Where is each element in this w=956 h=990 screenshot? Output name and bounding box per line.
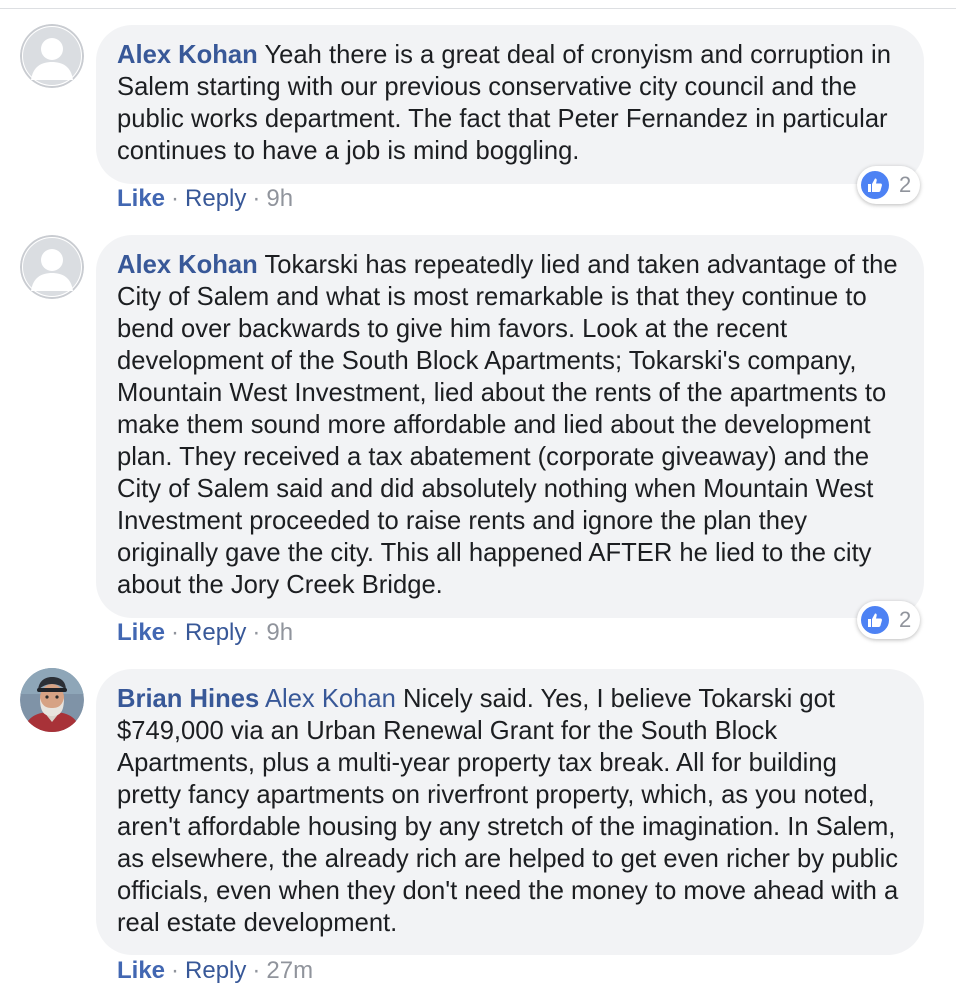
comment-author[interactable]: Alex Kohan <box>117 41 258 69</box>
separator: · <box>171 185 180 212</box>
timestamp[interactable]: 27m <box>266 957 313 984</box>
separator: · <box>171 619 180 646</box>
comment-bubble: Alex Kohan Yeah there is a great deal of… <box>96 25 924 184</box>
like-reaction-icon <box>859 604 891 636</box>
reaction-count-badge[interactable]: 2 <box>857 601 921 639</box>
comment-text: Tokarski has repeatedly lied and taken a… <box>117 251 898 599</box>
comment-bubble: Alex Kohan Tokarski has repeatedly lied … <box>96 235 924 618</box>
reply-link[interactable]: Reply <box>185 185 246 212</box>
reply-link[interactable]: Reply <box>185 619 246 646</box>
reply-link[interactable]: Reply <box>185 957 246 984</box>
comment-bubble: Brian Hines Alex Kohan Nicely said. Yes,… <box>96 669 924 955</box>
comment-author[interactable]: Alex Kohan <box>117 251 258 279</box>
like-link[interactable]: Like <box>117 619 165 646</box>
comment-author[interactable]: Brian Hines <box>117 685 259 713</box>
separator: · <box>252 185 261 212</box>
timestamp[interactable]: 9h <box>266 619 293 646</box>
mention-link[interactable]: Alex Kohan <box>265 685 396 713</box>
comment-actions: Like · Reply · 9h <box>117 184 293 214</box>
separator: · <box>252 957 261 984</box>
separator: · <box>252 619 261 646</box>
avatar[interactable] <box>20 668 84 732</box>
like-link[interactable]: Like <box>117 957 165 984</box>
comment-text: Nicely said. Yes, I believe Tokarski got… <box>117 685 899 937</box>
profile-photo <box>20 668 84 732</box>
avatar[interactable] <box>20 24 84 88</box>
reaction-count: 2 <box>899 607 912 632</box>
reaction-count: 2 <box>899 172 912 197</box>
like-link[interactable]: Like <box>117 185 165 212</box>
comment-actions: Like · Reply · 9h <box>117 618 293 648</box>
separator: · <box>171 957 180 984</box>
like-reaction-icon <box>859 169 891 201</box>
timestamp[interactable]: 9h <box>266 185 293 212</box>
default-profile-icon <box>20 24 84 88</box>
reaction-count-badge[interactable]: 2 <box>857 166 921 204</box>
comment-actions: Like · Reply · 27m <box>117 956 313 986</box>
top-divider <box>0 8 956 9</box>
default-profile-icon <box>20 235 84 299</box>
avatar[interactable] <box>20 235 84 299</box>
